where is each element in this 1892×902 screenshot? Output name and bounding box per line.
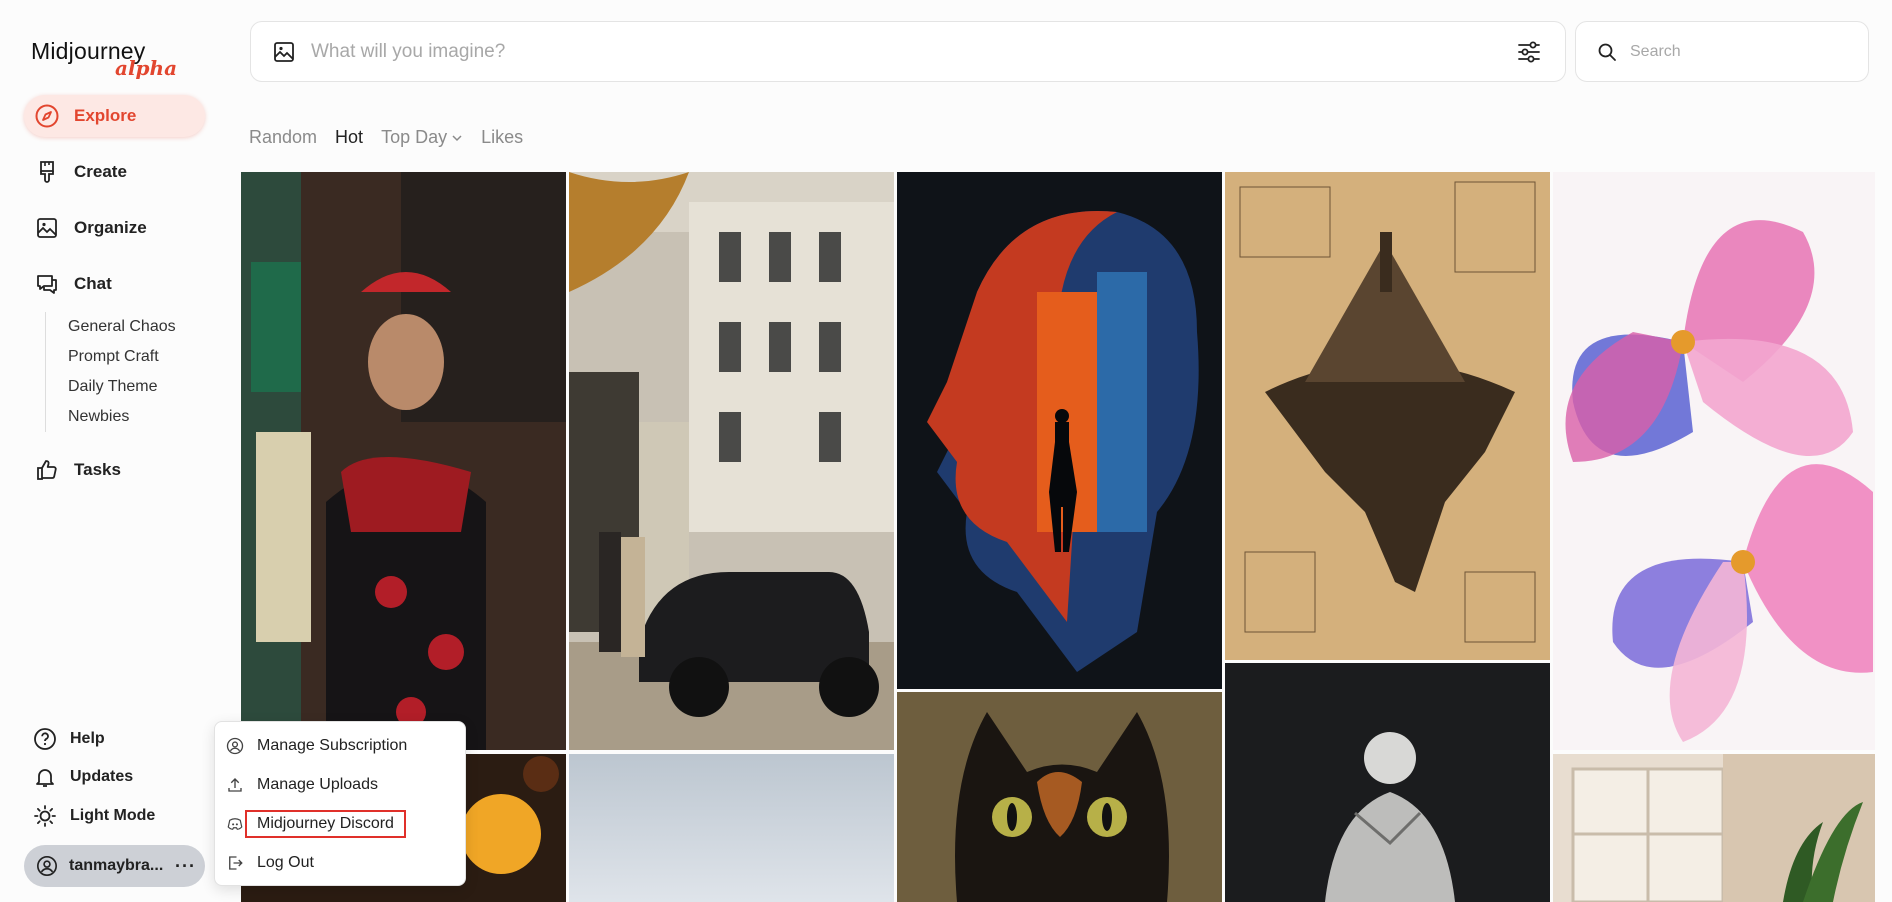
upload-icon (225, 775, 245, 795)
chat-icon (34, 271, 60, 297)
floating-island-sketch-image[interactable] (1225, 172, 1550, 660)
statue-image[interactable] (1225, 663, 1550, 902)
sidebar-item-chat[interactable]: Chat (24, 263, 205, 305)
tab-random[interactable]: Random (249, 127, 317, 148)
prompt-bar[interactable]: What will you imagine? (250, 21, 1566, 82)
sidebar-item-label: Create (74, 162, 127, 181)
bell-icon (32, 764, 58, 790)
mansion-vintage-car-image[interactable] (569, 172, 894, 750)
tab-top-day-label: Top Day (381, 127, 448, 147)
search-icon (1596, 41, 1618, 63)
search-bar[interactable]: Search (1575, 21, 1869, 82)
tab-likes[interactable]: Likes (481, 127, 523, 148)
menu-item-label: Manage Uploads (257, 776, 378, 793)
menu-item-label: Midjourney Discord (245, 810, 406, 838)
image-icon (34, 215, 60, 241)
updates-label: Updates (70, 768, 134, 785)
sidebar-item-light-mode[interactable]: Light Mode (32, 801, 155, 831)
log-out-item[interactable]: Log Out (225, 846, 314, 880)
manage-uploads-item[interactable]: Manage Uploads (225, 768, 378, 802)
logo-alpha: alpha (115, 56, 178, 80)
feed-tabs: Random Hot Top Day Likes (249, 127, 541, 148)
menu-item-label: Log Out (257, 854, 314, 871)
logout-icon (225, 853, 245, 873)
help-icon (32, 726, 58, 752)
silhouette-city-image[interactable] (897, 172, 1222, 689)
logo[interactable]: Midjourney alpha (31, 38, 177, 80)
sidebar-item-updates[interactable]: Updates (32, 762, 133, 792)
midjourney-discord-item[interactable]: Midjourney Discord (225, 807, 406, 841)
user-circle-icon (35, 854, 59, 878)
chevron-down-icon (451, 132, 463, 144)
chat-room-item[interactable]: Prompt Craft (46, 342, 205, 372)
sidebar-item-explore[interactable]: Explore (24, 95, 205, 137)
black-cat-painting-image[interactable] (897, 692, 1222, 902)
tab-top-day[interactable]: Top Day (381, 127, 463, 148)
sidebar-item-help[interactable]: Help (32, 724, 105, 754)
more-options-icon[interactable]: ··· (175, 856, 196, 877)
image-upload-icon[interactable] (271, 39, 297, 65)
light-mode-label: Light Mode (70, 807, 156, 824)
user-circle-icon (225, 736, 245, 756)
manage-subscription-item[interactable]: Manage Subscription (225, 729, 407, 763)
username: tanmaybra... (69, 857, 164, 874)
sky-image[interactable] (569, 754, 894, 902)
chat-rooms-list: General Chaos Prompt Craft Daily Theme N… (45, 312, 205, 432)
sidebar-item-tasks[interactable]: Tasks (24, 449, 205, 491)
chat-room-item[interactable]: Newbies (46, 402, 205, 432)
discord-icon (225, 814, 245, 834)
user-menu: Manage Subscription Manage Uploads Midjo… (214, 721, 466, 886)
sidebar-item-label: Explore (74, 106, 137, 125)
chat-room-item[interactable]: General Chaos (46, 312, 205, 342)
woman-phone-booth-image[interactable] (241, 172, 566, 750)
search-input[interactable]: Search (1630, 43, 1681, 61)
chat-room-item[interactable]: Daily Theme (46, 372, 205, 402)
sidebar-item-label: Chat (74, 274, 112, 293)
brush-icon (34, 159, 60, 185)
watercolor-flowers-image[interactable] (1553, 172, 1875, 750)
sidebar-item-organize[interactable]: Organize (24, 207, 205, 249)
prompt-input[interactable]: What will you imagine? (311, 41, 1515, 63)
sidebar-item-label: Tasks (74, 460, 121, 479)
window-plant-image[interactable] (1553, 754, 1875, 902)
help-label: Help (70, 730, 105, 747)
tab-hot[interactable]: Hot (335, 127, 363, 148)
user-account-button[interactable]: tanmaybra... ··· (24, 845, 205, 887)
menu-item-label: Manage Subscription (257, 737, 408, 754)
image-gallery (241, 172, 1875, 902)
app-window: Midjourney alpha Explore Create Organize (0, 0, 1892, 902)
sidebar-item-create[interactable]: Create (24, 151, 205, 193)
sun-icon (32, 803, 58, 829)
sidebar: Midjourney alpha Explore Create Organize (0, 0, 228, 902)
thumbs-up-icon (34, 457, 60, 483)
settings-sliders-icon[interactable] (1515, 38, 1543, 66)
compass-icon (34, 103, 60, 129)
sidebar-item-label: Organize (74, 218, 147, 237)
